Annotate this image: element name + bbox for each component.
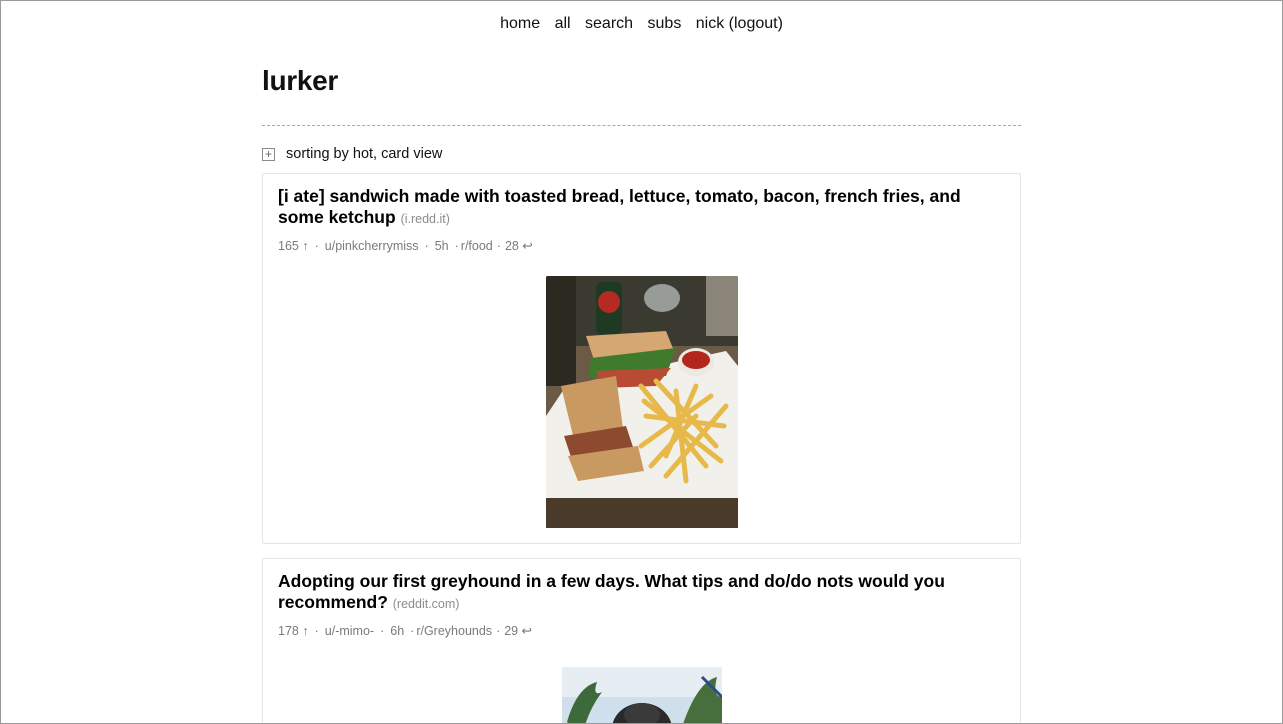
post-domain: (i.redd.it) [400, 212, 450, 226]
upvote-icon[interactable]: ↑ [302, 624, 308, 638]
post-thumbnail[interactable] [561, 667, 722, 723]
reply-arrow-icon: ↩ [522, 239, 533, 253]
post-subreddit-link[interactable]: r/food [461, 239, 493, 253]
expand-plus-icon[interactable]: + [262, 147, 275, 161]
post-card: Adopting our first greyhound in a few da… [262, 558, 1021, 723]
greyhound-photo [561, 667, 722, 723]
sandwich-photo [545, 276, 738, 528]
post-author-link[interactable]: u/pinkcherrymiss [325, 239, 419, 253]
nav-subs-link[interactable]: subs [648, 15, 682, 32]
post-domain: (reddit.com) [392, 597, 460, 611]
nav-home-link[interactable]: home [500, 15, 540, 32]
sort-label: sorting by hot, card view [286, 146, 443, 162]
top-nav: home all search subs nick (logout) [1, 15, 1282, 33]
post-score: 165 [278, 239, 299, 253]
post-title-line: Adopting our first greyhound in a few da… [278, 571, 1006, 615]
post-meta: 165 ↑ · u/pinkcherrymiss · 5h · r/food · 28 ↩ [278, 239, 533, 253]
post-age: 5h [434, 239, 449, 253]
nav-username: nick [695, 15, 725, 32]
post-comments-link[interactable]: 28 ↩ [505, 239, 533, 253]
browser-viewport: home all search subs nick (logout) lurke… [0, 0, 1283, 724]
post-title-link[interactable]: Adopting our first greyhound in a few da… [278, 571, 945, 612]
sort-options: + sorting by hot, card view [262, 146, 442, 162]
post-subreddit-link[interactable]: r/Greyhounds [416, 624, 492, 638]
post-title-link[interactable]: [i ate] sandwich made with toasted bread… [278, 186, 961, 227]
post-comment-count: 29 [504, 624, 519, 638]
site-title: lurker [262, 65, 339, 96]
post-age: 6h [390, 624, 405, 638]
nav-all-link[interactable]: all [555, 15, 571, 32]
upvote-icon[interactable]: ↑ [302, 239, 308, 253]
reply-arrow-icon: ↩ [521, 624, 533, 638]
post-card: [i ate] sandwich made with toasted bread… [262, 173, 1021, 544]
post-comment-count: 28 [504, 239, 519, 253]
post-comments-link[interactable]: 29 ↩ [504, 624, 532, 638]
post-score: 178 [278, 624, 299, 638]
nav-user-link[interactable]: nick (logout) [696, 15, 783, 32]
post-meta: 178 ↑ · u/-mimo- · 6h · r/Greyhounds · 29 ↩ [278, 624, 533, 638]
post-title-line: [i ate] sandwich made with toasted bread… [278, 186, 1006, 230]
nav-search-link[interactable]: search [585, 15, 633, 32]
header-divider [262, 125, 1021, 126]
post-author-link[interactable]: u/-mimo- [325, 624, 374, 638]
post-thumbnail[interactable] [545, 276, 738, 533]
nav-logout: (logout) [728, 15, 783, 32]
